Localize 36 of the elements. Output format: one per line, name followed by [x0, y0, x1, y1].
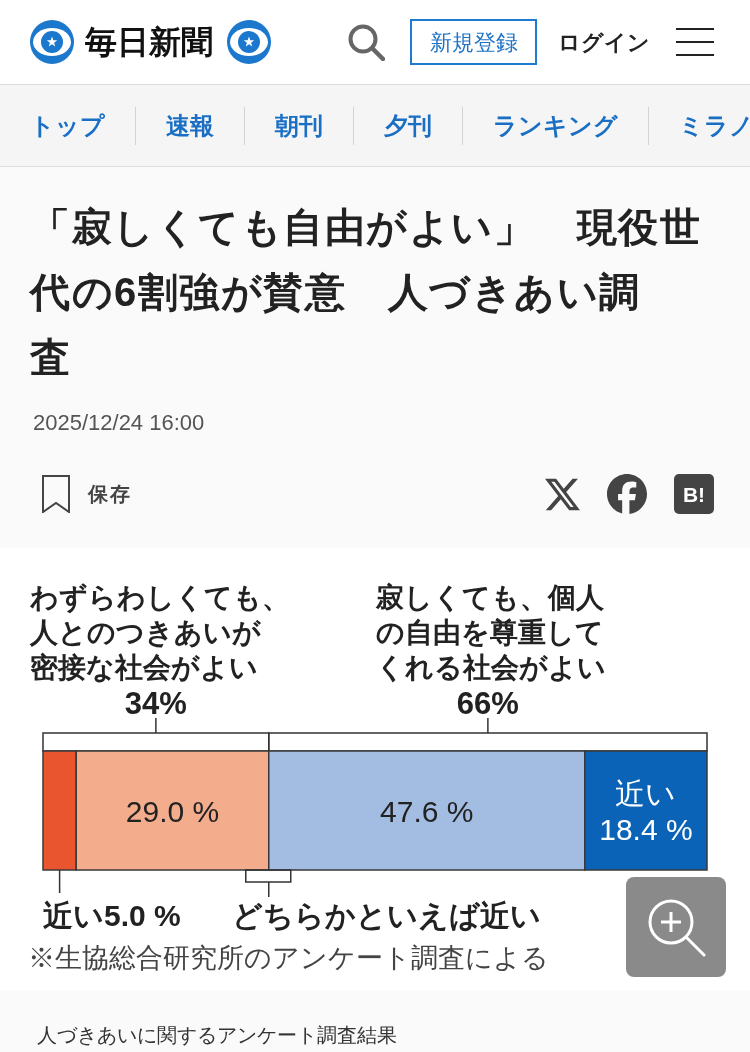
- group-percent: 34%: [124, 686, 187, 721]
- value-label: 29.0 %: [125, 794, 220, 828]
- image-caption: 人づきあいに関するアンケート調査結果: [37, 1024, 397, 1046]
- menu-icon[interactable]: [676, 28, 714, 56]
- bookmark-share-button[interactable]: B!: [674, 474, 714, 514]
- value-label: 近い5.0 %: [43, 899, 181, 932]
- zoom-button[interactable]: [626, 877, 726, 977]
- nav-tab[interactable]: トップ: [30, 107, 105, 144]
- series-label: どちらかといえば近い: [231, 899, 541, 932]
- group-label: わずらわしくても、人とのつきあいが密接な社会がよい: [29, 582, 290, 683]
- logo-emblem-icon: [30, 20, 74, 64]
- login-link[interactable]: ログイン: [558, 25, 650, 59]
- zoom-in-icon: [646, 897, 706, 957]
- bookmark-icon: [42, 475, 70, 513]
- register-button[interactable]: 新規登録: [410, 19, 537, 65]
- group-label: 寂しくても、個人の自由を尊重してくれる社会がよい: [375, 582, 606, 683]
- value-label: 47.6 %: [380, 794, 474, 828]
- series-label: 近い: [615, 776, 677, 810]
- facebook-logo-icon[interactable]: [607, 474, 647, 514]
- save-button[interactable]: 保存: [42, 475, 132, 513]
- logo-emblem-icon: [227, 20, 271, 64]
- leader-line: [58, 869, 61, 894]
- source-note: ※生協総合研究所のアンケート調査による: [28, 943, 549, 973]
- nav-tab[interactable]: 朝刊: [275, 107, 323, 144]
- site-logo[interactable]: 毎日新聞: [30, 20, 271, 64]
- article-title: 「寂しくても自由がよい」 現役世代の6割強が賛意 人づきあい調査: [30, 204, 702, 381]
- nav-tab[interactable]: ミラノ: [679, 107, 750, 144]
- nav-tab[interactable]: 速報: [166, 107, 214, 144]
- value-label: 18.4 %: [599, 812, 693, 846]
- search-icon[interactable]: [347, 23, 385, 61]
- publish-date: 2025/12/24 16:00: [33, 409, 205, 437]
- x-logo-icon[interactable]: [545, 476, 580, 512]
- nav-tab[interactable]: 夕刊: [384, 107, 432, 144]
- group-percent: 66%: [456, 686, 519, 721]
- nav-tab[interactable]: ランキング: [493, 107, 618, 144]
- leader-bracket: [245, 869, 292, 898]
